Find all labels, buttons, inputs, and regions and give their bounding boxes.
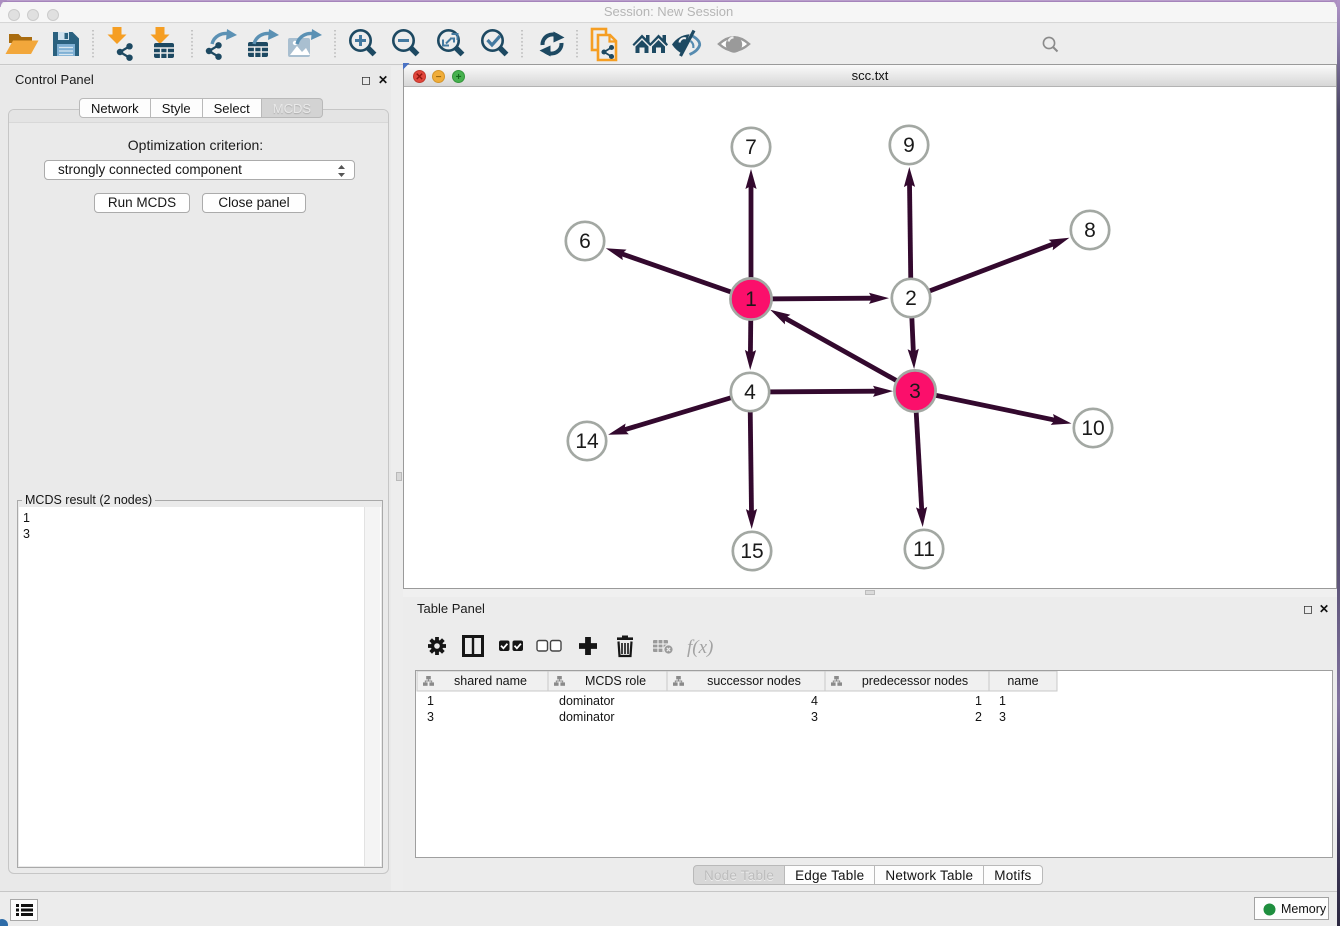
svg-text:1: 1 <box>427 694 434 708</box>
svg-text:11: 11 <box>913 538 935 561</box>
svg-text:name: name <box>1007 674 1038 688</box>
svg-text:2: 2 <box>975 710 982 724</box>
svg-text:3: 3 <box>427 710 434 724</box>
svg-text:6: 6 <box>579 230 591 253</box>
svg-text:f(x): f(x) <box>687 637 713 658</box>
svg-text:4: 4 <box>744 381 756 404</box>
svg-text:10: 10 <box>1081 417 1104 440</box>
svg-text:2: 2 <box>905 287 917 310</box>
svg-text:7: 7 <box>745 136 757 159</box>
svg-text:successor nodes: successor nodes <box>707 674 801 688</box>
svg-text:predecessor nodes: predecessor nodes <box>862 674 968 688</box>
svg-text:1: 1 <box>999 694 1006 708</box>
svg-text:shared name: shared name <box>454 674 527 688</box>
svg-text:1: 1 <box>745 288 757 311</box>
svg-text:4: 4 <box>811 694 818 708</box>
svg-text:8: 8 <box>1084 219 1096 242</box>
svg-text:MCDS role: MCDS role <box>585 674 646 688</box>
svg-text:3: 3 <box>909 380 921 403</box>
svg-text:9: 9 <box>903 134 915 157</box>
svg-text:dominator: dominator <box>559 694 615 708</box>
svg-text:1: 1 <box>975 694 982 708</box>
svg-text:3: 3 <box>999 710 1006 724</box>
svg-text:dominator: dominator <box>559 710 615 724</box>
svg-text:14: 14 <box>575 430 599 453</box>
svg-text:3: 3 <box>811 710 818 724</box>
svg-text:15: 15 <box>740 540 763 563</box>
